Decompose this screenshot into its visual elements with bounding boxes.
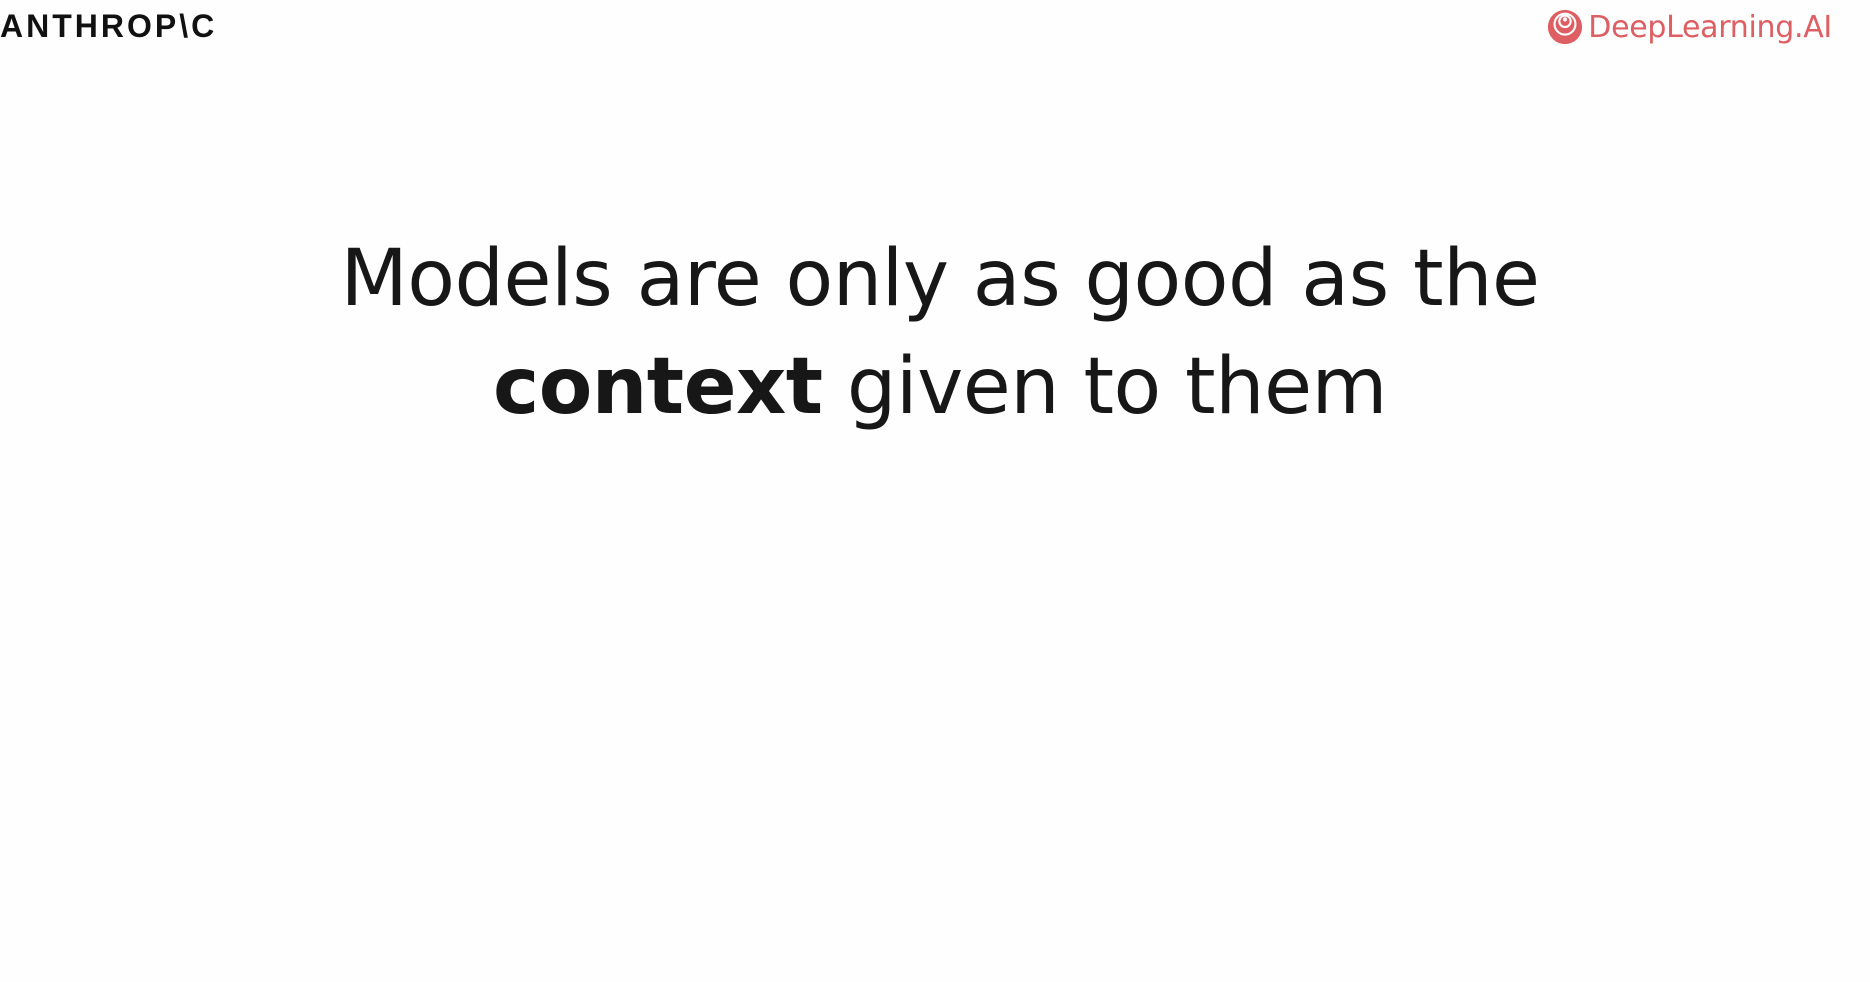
headline: Models are only as good as the context g… bbox=[0, 225, 1870, 441]
headline-line-2: context given to them bbox=[0, 333, 1870, 441]
deeplearning-brand-text: DeepLearning.AI bbox=[1588, 9, 1832, 45]
deeplearning-ai-logo: DeepLearning.AI bbox=[1546, 8, 1832, 46]
headline-line-2-rest: given to them bbox=[822, 342, 1388, 432]
anthropic-logo: ANTHROP\C bbox=[0, 8, 218, 44]
headline-line-1: Models are only as good as the bbox=[340, 234, 1540, 324]
slide: ANTHROP\C DeepLearning.AI Models are onl… bbox=[0, 0, 1870, 982]
deeplearning-logo-icon bbox=[1548, 9, 1583, 45]
headline-emphasis: context bbox=[492, 342, 823, 432]
